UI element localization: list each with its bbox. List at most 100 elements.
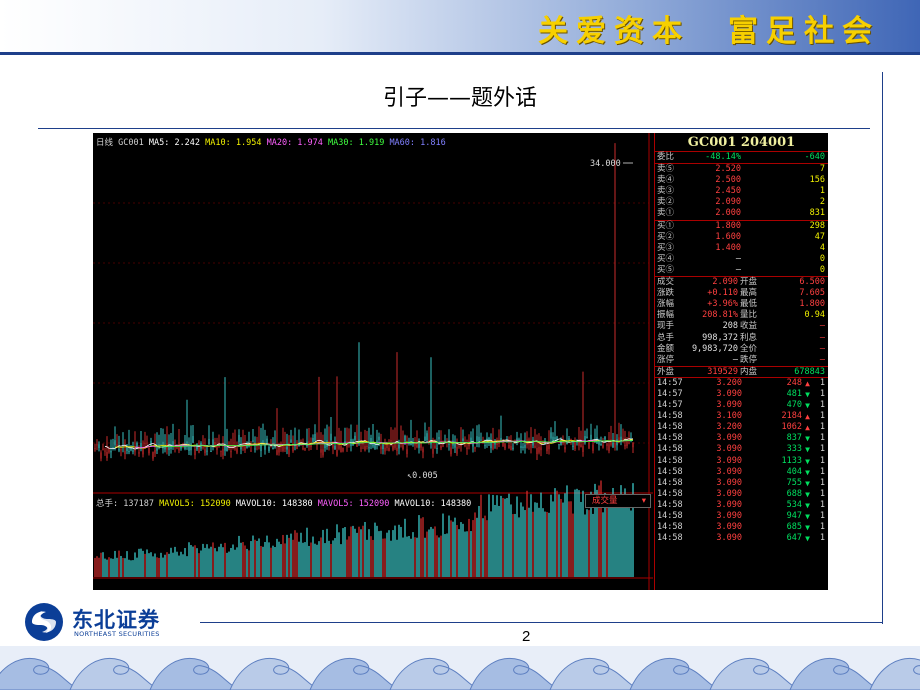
- volume-bar: [98, 557, 100, 577]
- ask-label: 卖④: [657, 175, 675, 186]
- stat-row: 金额 9,983,720 全价 –: [655, 344, 828, 355]
- volume-bar: [262, 546, 264, 577]
- candle-body: [432, 449, 434, 454]
- candle-body: [296, 442, 298, 450]
- candle-body: [414, 443, 416, 446]
- candle-body: [532, 439, 534, 446]
- candle-body: [244, 443, 246, 451]
- volume-bar: [546, 511, 548, 577]
- trade-time: 14:58: [657, 455, 683, 466]
- mavol5-label: MAVOL5: 152090: [159, 499, 231, 509]
- candle-body: [334, 445, 336, 450]
- volume-bar: [170, 547, 172, 577]
- trade-flag: 1: [819, 377, 825, 388]
- ma30-label: MA30: 1.919: [328, 138, 385, 148]
- volume-bar: [310, 542, 312, 577]
- candle-body: [230, 451, 232, 453]
- volume-bar: [356, 532, 358, 577]
- candle-body: [442, 445, 444, 447]
- candle-body: [192, 436, 194, 443]
- bid-label: 买②: [657, 231, 675, 242]
- candle-body: [616, 439, 618, 446]
- candle-body: [600, 443, 602, 446]
- volume-bar: [328, 540, 330, 577]
- ask-row[interactable]: 卖① 2.000 831: [655, 208, 828, 219]
- trade-flag: 1: [819, 455, 825, 466]
- candle-body: [132, 450, 134, 452]
- frame-vertical-line: [882, 72, 883, 624]
- bid-row[interactable]: 买⑤ – 0: [655, 265, 828, 276]
- candle-body: [462, 438, 464, 442]
- candle-body: [292, 446, 294, 452]
- volume-bar: [112, 558, 114, 577]
- volume-bar: [402, 537, 404, 577]
- candle-body: [150, 440, 152, 446]
- candle-body: [390, 440, 392, 442]
- volume-bar: [502, 498, 504, 577]
- volume-bar: [564, 493, 566, 577]
- volume-bar: [474, 512, 476, 577]
- volume-bar: [278, 541, 280, 577]
- bid-row[interactable]: 买② 1.600 47: [655, 232, 828, 243]
- volume-bar: [500, 495, 502, 577]
- volume-bar: [298, 541, 300, 577]
- volume-bar: [468, 518, 470, 577]
- stat-value: 319529: [707, 366, 738, 377]
- header-band: 关爱资本 富足社会: [0, 0, 920, 52]
- candle-body: [436, 447, 438, 449]
- stat-value-2: –: [819, 354, 825, 365]
- volume-bar: [100, 552, 102, 577]
- bid-row[interactable]: 买① 1.800 298: [655, 221, 828, 232]
- stat-value-2: 7.605: [799, 288, 825, 299]
- bid-row[interactable]: 买③ 1.400 4: [655, 243, 828, 254]
- candle-body: [448, 443, 450, 445]
- bid-row[interactable]: 买④ – 0: [655, 254, 828, 265]
- candle-body: [366, 445, 368, 447]
- arrow-down-icon: ▼: [805, 523, 810, 533]
- ask-row[interactable]: 卖② 2.090 2: [655, 197, 828, 208]
- volume-bar: [132, 560, 134, 577]
- ask-row[interactable]: 卖⑤ 2.520 7: [655, 164, 828, 175]
- candle-body: [220, 450, 222, 452]
- stat-row: 现手 208 收益 –: [655, 321, 828, 332]
- volume-bar: [232, 544, 234, 577]
- candle-body: [608, 444, 610, 452]
- trade-flag: 1: [819, 422, 825, 433]
- ask-qty: 1: [819, 186, 825, 197]
- volume-bar: [336, 524, 338, 577]
- ask-label: 卖⑤: [657, 164, 675, 175]
- volume-bar: [588, 510, 590, 577]
- stat-row: 涨停 – 跌停 –: [655, 355, 828, 366]
- stat-label: 涨停: [657, 354, 675, 365]
- ask-row[interactable]: 卖③ 2.450 1: [655, 186, 828, 197]
- candle-body: [548, 445, 550, 450]
- trade-volume: 470: [786, 400, 802, 411]
- kline-svg: [93, 133, 653, 590]
- stat-value-2: 0.94: [804, 310, 825, 321]
- trade-row: 14:57 3.090 481 ▼ 1: [655, 389, 828, 400]
- stat-value: –: [732, 354, 738, 365]
- volume-bar: [488, 494, 490, 577]
- candle-body: [478, 436, 480, 443]
- volume-bar: [514, 513, 516, 577]
- arrow-down-icon: ▼: [805, 512, 810, 521]
- volume-bar: [234, 549, 236, 577]
- arrow-up-icon: ▲: [805, 412, 810, 422]
- volume-bar: [354, 528, 356, 577]
- trade-volume: 947: [786, 511, 802, 521]
- volume-bar: [202, 543, 204, 577]
- volume-bar: [160, 552, 162, 577]
- volume-bar: [432, 528, 434, 577]
- ask-row[interactable]: 卖④ 2.500 156: [655, 175, 828, 186]
- candle-body: [466, 447, 468, 449]
- candle-body: [588, 442, 590, 449]
- volume-bar: [360, 529, 362, 577]
- volume-bar: [420, 518, 422, 577]
- candle-body: [578, 441, 580, 446]
- volume-bar: [216, 551, 218, 577]
- candle-body: [374, 444, 376, 449]
- stat-label-2: 最低: [740, 299, 758, 310]
- stat-label: 外盘: [657, 366, 675, 377]
- stat-label: 成交: [657, 277, 675, 288]
- volume-indicator-dropdown[interactable]: 成交量 ▾: [585, 494, 651, 508]
